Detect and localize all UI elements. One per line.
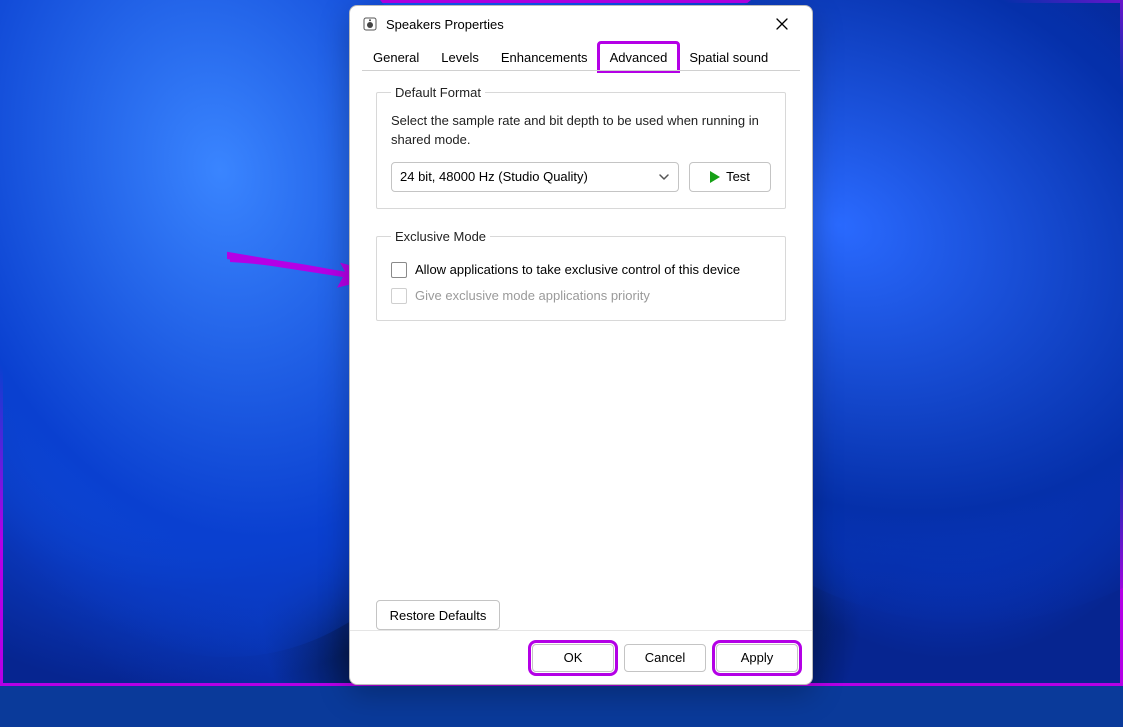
tab-general[interactable]: General	[362, 43, 430, 71]
apply-button[interactable]: Apply	[716, 644, 798, 672]
tab-enhancements[interactable]: Enhancements	[490, 43, 599, 71]
tab-spatial-sound[interactable]: Spatial sound	[678, 43, 779, 71]
default-format-group: Default Format Select the sample rate an…	[376, 85, 786, 209]
play-icon	[710, 171, 720, 183]
default-format-legend: Default Format	[391, 85, 485, 100]
allow-exclusive-label: Allow applications to take exclusive con…	[415, 262, 740, 277]
ok-button-label: OK	[564, 650, 583, 665]
chevron-down-icon	[658, 171, 670, 183]
close-button[interactable]	[760, 9, 804, 39]
tab-panel: Default Format Select the sample rate an…	[362, 70, 800, 630]
sample-rate-value: 24 bit, 48000 Hz (Studio Quality)	[400, 169, 588, 184]
tab-levels[interactable]: Levels	[430, 43, 490, 71]
tab-advanced[interactable]: Advanced	[599, 43, 679, 71]
sample-rate-select[interactable]: 24 bit, 48000 Hz (Studio Quality)	[391, 162, 679, 192]
default-format-help: Select the sample rate and bit depth to …	[391, 112, 771, 150]
speakers-properties-dialog: Speakers Properties General Levels Enhan…	[349, 5, 813, 685]
close-icon	[776, 18, 788, 30]
priority-exclusive-label: Give exclusive mode applications priorit…	[415, 288, 650, 303]
priority-exclusive-checkbox	[391, 288, 407, 304]
tab-strip: General Levels Enhancements Advanced Spa…	[350, 42, 812, 70]
ok-button[interactable]: OK	[532, 644, 614, 672]
cancel-button-label: Cancel	[645, 650, 685, 665]
test-button-label: Test	[726, 169, 750, 184]
exclusive-mode-group: Exclusive Mode Allow applications to tak…	[376, 229, 786, 321]
dialog-button-bar: OK Cancel Apply	[350, 630, 812, 684]
apply-button-label: Apply	[741, 650, 774, 665]
exclusive-mode-legend: Exclusive Mode	[391, 229, 490, 244]
speaker-icon	[362, 16, 378, 32]
restore-defaults-button[interactable]: Restore Defaults	[376, 600, 500, 630]
restore-defaults-label: Restore Defaults	[390, 608, 487, 623]
titlebar: Speakers Properties	[350, 6, 812, 42]
test-button[interactable]: Test	[689, 162, 771, 192]
cancel-button[interactable]: Cancel	[624, 644, 706, 672]
window-title: Speakers Properties	[386, 17, 504, 32]
allow-exclusive-checkbox[interactable]	[391, 262, 407, 278]
